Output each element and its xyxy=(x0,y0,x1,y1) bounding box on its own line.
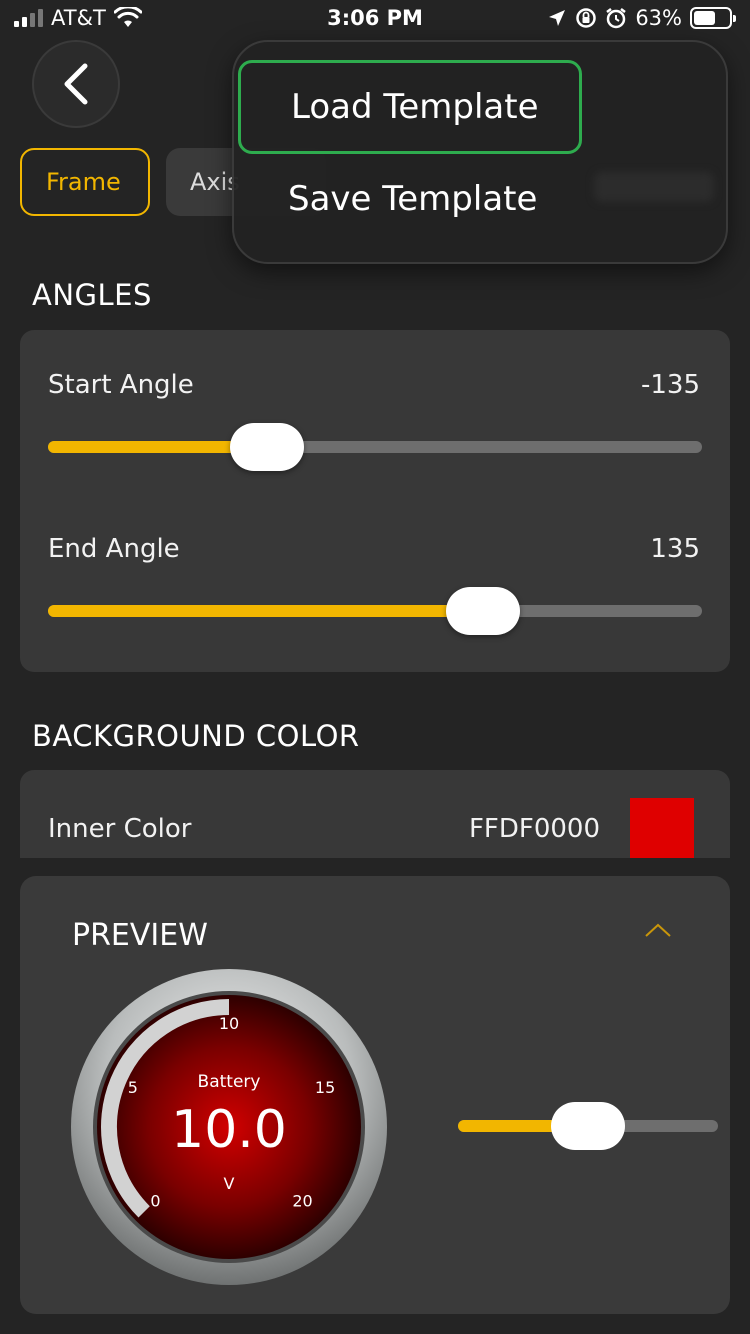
end-angle-value: 135 xyxy=(650,534,700,564)
template-menu: Load Template Save Template xyxy=(232,40,728,264)
inner-color-swatch[interactable] xyxy=(630,798,694,858)
angles-section-title: ANGLES xyxy=(32,278,152,312)
tab-frame[interactable]: Frame xyxy=(20,148,150,216)
start-angle-slider-thumb[interactable] xyxy=(230,423,305,471)
status-bar: AT&T 3:06 PM 63% xyxy=(0,0,750,40)
inner-color-row[interactable]: Inner Color FFDF0000 xyxy=(20,770,730,858)
end-angle-slider[interactable] xyxy=(48,587,702,635)
gauge-label: Battery xyxy=(198,1072,261,1092)
inner-color-label: Inner Color xyxy=(48,814,192,844)
angles-card: Start Angle -135 End Angle 135 xyxy=(20,330,730,672)
load-template-label: Load Template xyxy=(291,87,539,127)
tab-frame-label: Frame xyxy=(46,168,121,196)
rotation-lock-icon xyxy=(576,8,597,28)
gauge-tick-label: 10 xyxy=(219,1014,239,1033)
inner-color-value: FFDF0000 xyxy=(468,814,600,844)
start-angle-value: -135 xyxy=(640,370,700,400)
start-angle-label: Start Angle xyxy=(48,370,194,400)
preview-slider-thumb[interactable] xyxy=(551,1102,625,1150)
battery-percent: 63% xyxy=(635,6,682,30)
battery-icon xyxy=(690,7,736,29)
save-template-menu-item[interactable]: Save Template xyxy=(238,152,582,246)
gauge-unit: V xyxy=(224,1174,235,1193)
chevron-left-icon xyxy=(64,63,88,105)
chevron-up-icon[interactable] xyxy=(644,922,672,938)
end-angle-slider-fill xyxy=(48,605,483,617)
menu-backdrop-blur xyxy=(594,172,714,202)
location-icon xyxy=(549,10,566,26)
gauge-tick-label: 5 xyxy=(128,1078,138,1097)
preview-slider[interactable] xyxy=(458,1102,718,1150)
back-button[interactable] xyxy=(32,40,120,128)
gauge-tick-label: 20 xyxy=(292,1192,312,1211)
preview-title: PREVIEW xyxy=(72,918,208,953)
preview-card: PREVIEW 0 5 10 15 20 Battery 10.0 V xyxy=(20,876,730,1314)
alarm-icon xyxy=(606,8,627,29)
background-color-section-title: BACKGROUND COLOR xyxy=(32,719,360,753)
end-angle-slider-thumb[interactable] xyxy=(445,587,520,635)
load-template-menu-item[interactable]: Load Template xyxy=(238,60,582,154)
gauge-value: 10.0 xyxy=(171,1100,287,1160)
save-template-label: Save Template xyxy=(288,179,538,219)
end-angle-label: End Angle xyxy=(48,534,180,564)
battery-gauge: 0 5 10 15 20 Battery 10.0 V xyxy=(71,969,387,1285)
gauge-tick-label: 0 xyxy=(150,1192,160,1211)
start-angle-slider[interactable] xyxy=(48,423,702,471)
gauge-tick-label: 15 xyxy=(315,1078,335,1097)
